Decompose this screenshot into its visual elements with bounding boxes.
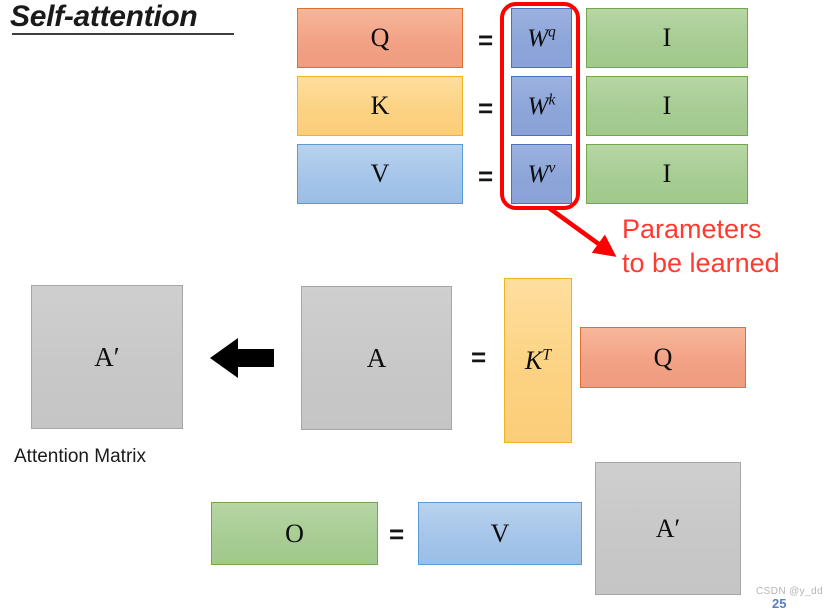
matrix-box-v-output[interactable]: V [418,502,582,565]
title-underline [12,33,234,35]
matrix-label-a-prime: A′ [94,341,120,372]
matrix-label-i-v: I [662,159,672,188]
matrix-label-a: A [366,342,387,373]
matrix-box-i-q[interactable]: I [586,8,748,68]
equals-sign-output: = [389,519,405,549]
matrix-box-a[interactable]: A [301,286,452,430]
weight-matrices-highlight-ring [500,2,580,210]
matrix-label-k: K [370,91,390,120]
matrix-box-v[interactable]: V [297,144,463,204]
matrix-box-k[interactable]: K [297,76,463,136]
page-title: Self-attention [10,0,198,33]
matrix-label-o: O [285,518,304,548]
matrix-box-q[interactable]: Q [297,8,463,68]
slide-number: 25 [772,596,787,611]
matrix-label-q-attention: Q [653,342,673,372]
matrix-box-i-v[interactable]: I [586,144,748,204]
equals-sign-attention: = [471,342,487,372]
matrix-label-i-k: I [662,91,672,120]
matrix-label-k-transpose: KT [524,345,552,375]
matrix-box-k-transpose[interactable]: KT [504,278,572,443]
matrix-label-q: Q [370,23,390,52]
matrix-box-q-attention[interactable]: Q [580,327,746,388]
watermark-text: CSDN @y_dd [756,586,823,597]
matrix-box-i-k[interactable]: I [586,76,748,136]
matrix-label-v: V [370,159,390,188]
left-arrow-icon [210,338,274,378]
equals-sign-q: = [478,25,494,55]
matrix-box-a-prime[interactable]: A′ [31,285,183,429]
matrix-label-a-prime-output: A′ [655,513,681,543]
matrix-label-v-output: V [490,518,510,548]
slide-canvas: Self-attention Q = Wq I K = Wk I V = Wv … [0,0,827,614]
equals-sign-k: = [478,93,494,123]
matrix-box-a-prime-output[interactable]: A′ [595,462,741,595]
callout-text: Parameters to be learned [622,214,780,278]
equals-sign-v: = [478,161,494,191]
attention-matrix-caption: Attention Matrix [14,446,146,467]
matrix-label-i-q: I [662,23,672,52]
matrix-box-o[interactable]: O [211,502,378,565]
